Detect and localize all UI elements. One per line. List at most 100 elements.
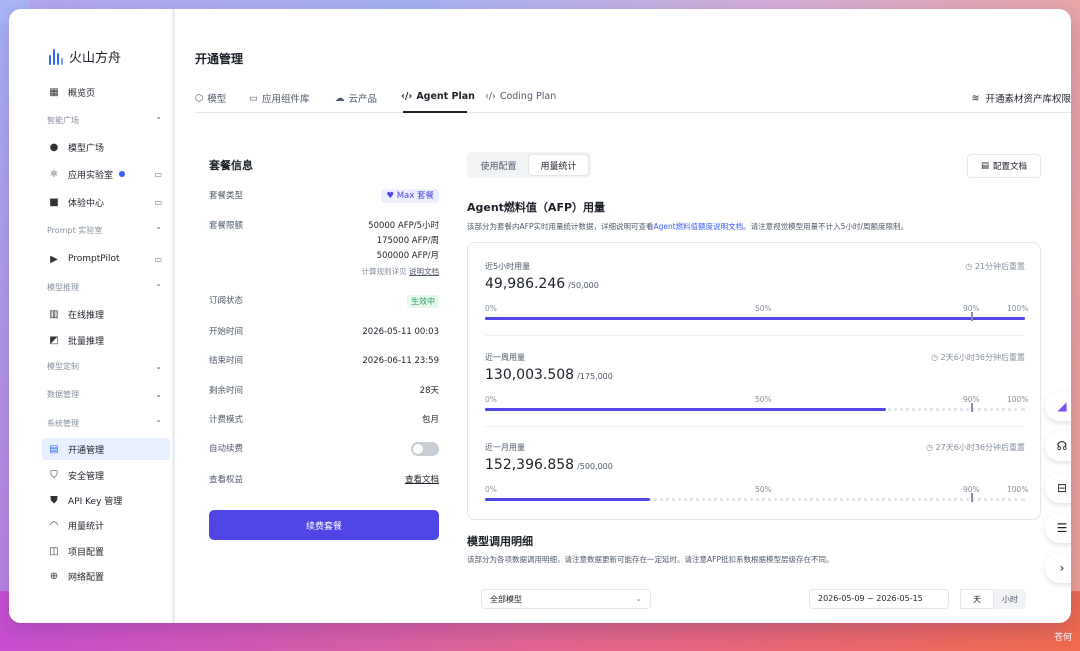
chevron-right-icon[interactable]: › [1045,553,1071,583]
sidebar-item-label: 项目配置 [68,547,105,558]
granularity-toggle: 天 小时 [960,589,1026,609]
usage-row-week: 近一周用量 ◷ 2天6小时36分钟后重置 130,003.508/175,000 0%… [485,352,1029,442]
row-value: 2026-06-11 23:59 [362,356,439,366]
status-badge: 生效中 [407,295,439,308]
divider [485,426,1025,427]
active-tab-indicator [403,111,467,113]
reset-text: 21分钟后重置 [974,262,1025,271]
sidebar-group-data-mgmt[interactable]: 数据管理 ⌄ [42,386,170,402]
plan-info-title: 套餐信息 [209,159,253,172]
chevron-up-icon: ⌃ [155,225,162,235]
sidebar-group-inference[interactable]: 模型推理 ⌃ [42,279,170,295]
usage-value: 152,396.858/500,000 [485,457,613,473]
cloud-icon: ☁ [335,92,345,104]
afp-usage-desc: 该部分为套餐内AFP实时用量统计数据，详细说明可查看Agent燃料值额度说明文档… [467,221,908,232]
sidebar-item-label: 应用实验室 [68,170,114,181]
afp-doc-link[interactable]: Agent燃料值额度说明文档 [653,222,743,231]
view-segmented-control: 使用配置 用量统计 [467,152,591,178]
sidebar-item-api-key-mgmt[interactable]: ⛊ API Key 管理 [42,489,170,511]
reset-countdown: ◷ 21分钟后重置 [965,261,1025,272]
sidebar-group-label: 数据管理 [47,389,79,399]
granularity-day[interactable]: 天 [960,589,994,609]
chevron-up-icon: ⌃ [155,418,162,428]
button-label: 配置文档 [993,162,1028,172]
headset-icon[interactable]: ☊ [1045,431,1071,461]
progress-tick-label: 100% [1007,395,1029,404]
app-logo[interactable]: 火山方舟 [49,47,121,66]
usage-limit: /500,000 [577,462,613,471]
clock-icon: ◷ [965,262,975,271]
sidebar-item-overview[interactable]: ▦ 概览页 [42,81,170,103]
row-label: 结束时间 [209,356,244,366]
sidebar-item-promptpilot[interactable]: ▶ PromptPilot ▭ [42,248,170,270]
auto-renew-toggle[interactable] [411,442,439,456]
progress-tick-label: 100% [1007,304,1029,313]
progress-90-marker [971,403,973,412]
sidebar-item-usage-stats[interactable]: ◠ 用量统计 [42,514,170,536]
seg-usage-config[interactable]: 使用配置 [469,154,528,176]
sidebar-item-label: 体验中心 [68,198,105,209]
sidebar-item-label: 网络配置 [68,572,105,583]
usage-limit: /50,000 [568,281,599,290]
badge-text: Max 套餐 [396,191,434,201]
sidebar-item-app-lab[interactable]: ⚛ 应用实验室 ▭ [42,163,170,185]
renew-plan-button[interactable]: 续费套餐 [209,510,439,540]
tab-label: Agent Plan [416,91,475,102]
sidebar-item-online-inference[interactable]: ▥ 在线推理 [42,303,170,325]
row-value: 包月 [421,415,439,425]
view-doc-link[interactable]: 查看文档 [405,473,439,488]
seg-usage-stats[interactable]: 用量统计 [528,154,589,176]
rules-doc-link[interactable]: 说明文档 [409,267,439,276]
tab-app-components[interactable]: ▭ 应用组件库 [249,91,310,106]
monitor-icon: ▭ [154,197,162,207]
sidebar-item-batch-inference[interactable]: ◩ 批量推理 [42,329,170,351]
dashboard-icon: ▦ [49,86,59,98]
tab-coding-plan[interactable]: ‹/› Coding Plan [485,91,556,102]
divider [485,335,1025,336]
sidebar-group-system-mgmt[interactable]: 系统管理 ⌃ [42,415,170,431]
tab-bar: ⬡ 模型 ▭ 应用组件库 ☁ 云产品 ‹/› Agent Plan ‹/› Co… [195,89,1071,113]
usage-amount: 130,003.508 [485,367,575,383]
sidebar-item-project-config[interactable]: ◫ 项目配置 [42,540,170,562]
sidebar-item-model-square[interactable]: ● 模型广场 [42,136,170,158]
project-icon: ◫ [49,545,59,557]
cube-icon: ⬡ [195,92,204,104]
model-filter-select[interactable]: 全部模型 ⌄ [481,589,651,609]
tab-cloud-products[interactable]: ☁ 云产品 [335,91,377,106]
sidebar-item-security-mgmt[interactable]: ⛉ 安全管理 [42,464,170,486]
progress-fill [485,498,650,501]
book-icon[interactable]: ⊟ [1045,473,1071,503]
sidebar-group-prompt-lab[interactable]: Prompt 实验室 ⌃ [42,222,170,238]
asset-library-permission-link[interactable]: ≋ 开通素材资产库权限 [972,91,1071,106]
progress-fill [485,317,1025,320]
usage-value: 130,003.508/175,000 [485,367,613,383]
row-value: 生效中 [407,294,439,310]
granularity-hour[interactable]: 小时 [994,589,1026,609]
sidebar-item-label: 安全管理 [68,471,105,482]
date-range-picker[interactable]: 2026-05-09 ~ 2026-05-15 [809,589,949,609]
sidebar-group-label: 模型推理 [47,282,79,292]
tab-agent-plan[interactable]: ‹/› Agent Plan [401,91,475,102]
plan-info-card: 套餐信息 套餐类型 ♥ Max 套餐 套餐限额 50000 AFP/5小时 17… [209,157,441,540]
sidebar-group-model-custom[interactable]: 模型定制 ⌄ [42,358,170,374]
document-icon: ▤ [980,161,989,171]
progress-90-marker [971,493,973,502]
sidebar-group-label: 模型定制 [47,361,79,371]
ai-assistant-icon[interactable]: ◢ [1045,391,1071,421]
sidebar-item-activation-mgmt[interactable]: ▤ 开通管理 [42,438,170,460]
row-value: 2026-05-11 00:03 [362,327,439,337]
tab-model[interactable]: ⬡ 模型 [195,91,226,106]
sidebar-item-experience-center[interactable]: ■ 体验中心 ▭ [42,191,170,213]
sidebar-group-label: Prompt 实验室 [47,225,103,235]
server-icon: ▥ [49,308,59,320]
progress-90-marker [971,312,973,321]
sidebar-item-network-config[interactable]: ⊕ 网络配置 [42,565,170,587]
detail-filter-row: 全部模型 ⌄ 2026-05-09 ~ 2026-05-15 天 小时 [481,589,1041,609]
row-value: 28天 [419,386,439,396]
key-shield-icon: ⛊ [50,494,58,506]
document-icon: ▤ [49,443,59,455]
config-doc-button[interactable]: ▤ 配置文档 [967,154,1041,178]
chevron-down-icon: ⌄ [635,594,642,603]
sidebar-group-smart-square[interactable]: 智能广场 ⌃ [42,112,170,128]
feedback-icon[interactable]: ☰ [1045,513,1071,543]
